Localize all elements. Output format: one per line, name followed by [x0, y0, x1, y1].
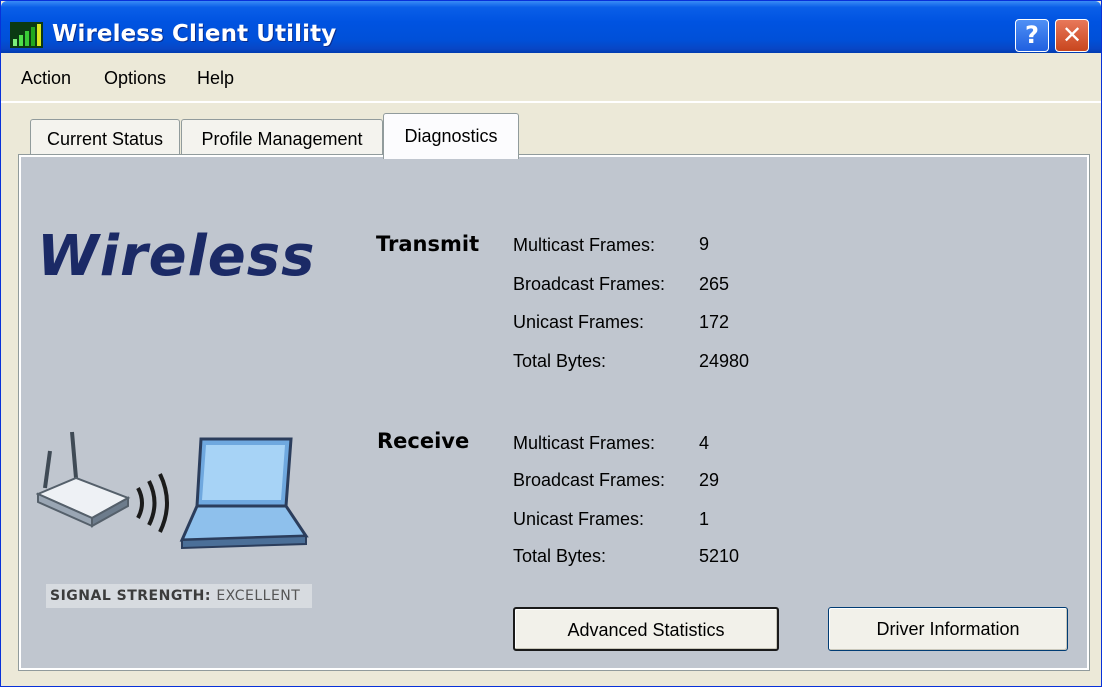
driver-information-button[interactable]: Driver Information	[828, 607, 1068, 651]
transmit-total-bytes-label: Total Bytes:	[513, 351, 607, 371]
title-bar[interactable]: Wireless Client Utility ? ✕	[1, 1, 1101, 53]
receive-unicast-value: 1	[699, 509, 710, 529]
transmit-multicast-label: Multicast Frames:	[513, 235, 656, 255]
wireless-logo: Wireless	[37, 224, 316, 289]
receive-multicast-value: 4	[699, 433, 710, 453]
tab-diagnostics[interactable]: Diagnostics	[383, 113, 519, 159]
menu-action[interactable]: Action	[21, 68, 71, 89]
receive-unicast-label: Unicast Frames:	[513, 509, 645, 529]
window-title: Wireless Client Utility	[52, 21, 337, 47]
app-window: Wireless Client Utility ? ✕ Action Optio…	[0, 0, 1102, 687]
connection-illustration	[36, 431, 309, 550]
transmit-broadcast-value: 265	[699, 274, 730, 294]
receive-total-bytes-label: Total Bytes:	[513, 546, 607, 566]
receive-heading: Receive	[377, 429, 470, 453]
tab-profile-management[interactable]: Profile Management	[181, 119, 383, 157]
signal-strength-label: SIGNAL STRENGTH:	[50, 588, 211, 604]
signal-waves-icon	[136, 473, 169, 533]
transmit-heading: Transmit	[376, 232, 480, 256]
tab-current-status[interactable]: Current Status	[30, 119, 180, 157]
transmit-multicast-value: 9	[699, 234, 710, 254]
signal-strength-value: EXCELLENT	[216, 588, 301, 604]
close-icon[interactable]: ✕	[1055, 19, 1089, 52]
menubar-divider	[1, 101, 1101, 103]
menu-help[interactable]: Help	[197, 68, 234, 89]
receive-total-bytes-value: 5210	[699, 546, 740, 566]
signal-strength: SIGNAL STRENGTH: EXCELLENT	[46, 584, 312, 608]
receive-multicast-label: Multicast Frames:	[513, 433, 656, 453]
receive-broadcast-value: 29	[699, 470, 720, 490]
menu-bar: Action Options Help	[1, 63, 1101, 95]
receive-broadcast-label: Broadcast Frames:	[513, 470, 666, 490]
transmit-unicast-value: 172	[699, 312, 730, 332]
help-icon[interactable]: ?	[1015, 19, 1049, 52]
transmit-unicast-label: Unicast Frames:	[513, 312, 645, 332]
transmit-broadcast-label: Broadcast Frames:	[513, 274, 666, 294]
laptop-icon	[179, 437, 309, 550]
wireless-signal-icon	[10, 22, 43, 48]
transmit-total-bytes-value: 24980	[699, 351, 750, 371]
advanced-statistics-button[interactable]: Advanced Statistics	[513, 607, 779, 651]
router-icon	[36, 431, 131, 528]
menu-options[interactable]: Options	[104, 68, 166, 89]
